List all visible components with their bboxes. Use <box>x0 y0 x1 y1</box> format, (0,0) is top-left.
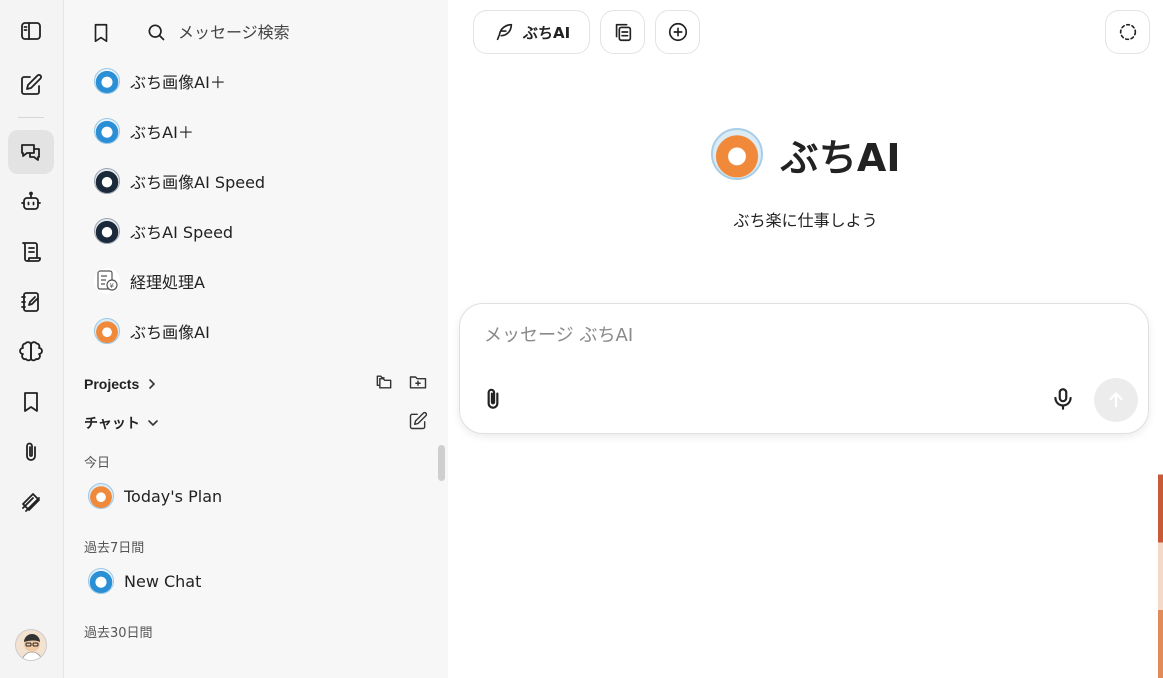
model-item[interactable]: ぶちAI Speed <box>88 211 428 251</box>
message-composer <box>459 303 1149 434</box>
folder-plus-icon <box>409 376 427 389</box>
bookmark-icon <box>24 392 38 412</box>
prompts-button[interactable] <box>8 230 54 274</box>
chats-icon <box>21 144 40 161</box>
chat-label: New Chat <box>124 571 202 591</box>
chat-avatar <box>88 483 114 509</box>
projects-actions <box>374 372 428 396</box>
scroll-icon <box>22 242 41 262</box>
rail-divider <box>18 117 44 118</box>
model-label: ぶち画像AI <box>130 323 210 342</box>
copy-button[interactable] <box>600 10 645 54</box>
bot-icon <box>21 191 41 210</box>
notes-button[interactable] <box>8 280 54 324</box>
hero-avatar <box>710 128 763 180</box>
chat-item[interactable]: New Chat <box>84 563 428 599</box>
layers-icon <box>22 493 40 512</box>
search-input[interactable] <box>178 18 418 46</box>
dashed-circle-icon <box>1119 23 1136 41</box>
new-note-button[interactable] <box>8 63 54 107</box>
new-folder-button[interactable] <box>408 372 428 396</box>
panel-header <box>64 14 448 50</box>
model-item[interactable]: ぶちAI＋ <box>88 111 428 151</box>
model-avatar <box>94 318 120 344</box>
bots-button[interactable] <box>8 180 54 224</box>
chats-actions <box>408 411 428 435</box>
sidebar-toggle-icon <box>21 22 41 40</box>
model-label: ぶちAI＋ <box>130 123 194 142</box>
voice-input-button[interactable] <box>1048 384 1078 414</box>
chat-group-label: 過去7日間 <box>84 541 145 556</box>
projects-section-header[interactable]: Projects <box>84 372 428 396</box>
arrow-up-icon <box>1109 392 1123 408</box>
plus-circle-icon <box>668 22 687 42</box>
paperclip-icon <box>487 388 499 409</box>
model-avatar <box>94 118 120 144</box>
hero-subtitle: ぶち楽に仕事しよう <box>733 211 878 230</box>
chat-group-label: 過去30日間 <box>84 626 153 641</box>
chats-section-header[interactable]: チャット <box>84 411 428 435</box>
brain-icon <box>19 341 43 362</box>
model-label: ぶち画像AI＋ <box>130 73 226 92</box>
files-button[interactable] <box>8 430 54 474</box>
side-panel: ぶち画像AI＋ ぶちAI＋ ぶち画像AI Speed ぶちAI Speed ¥ … <box>64 0 448 678</box>
model-item[interactable]: ぶち画像AI＋ <box>88 61 428 101</box>
folders-icon <box>376 375 392 389</box>
attach-button[interactable] <box>480 384 506 414</box>
main-area: ぶちAI ぶちAI ぶち楽に仕事しよう <box>448 0 1163 678</box>
bookmark-icon <box>94 23 108 43</box>
new-note-icon <box>21 74 42 95</box>
temporary-chat-button[interactable] <box>1105 10 1150 54</box>
chats-title: チャット <box>84 415 140 431</box>
model-item[interactable]: ぶち画像AI Speed <box>88 161 428 201</box>
bookmarks-filter-button[interactable] <box>88 20 114 46</box>
icon-rail <box>0 0 64 678</box>
user-avatar[interactable] <box>15 629 47 661</box>
window-edge <box>1158 0 1163 678</box>
feather-icon <box>496 23 512 41</box>
model-avatar <box>94 68 120 94</box>
model-label: ぶちAI Speed <box>130 223 234 242</box>
chevron-down-icon <box>146 416 160 430</box>
model-selector-button[interactable]: ぶちAI <box>473 10 590 54</box>
chat-group-label: 今日 <box>84 456 111 471</box>
user-avatar-image <box>21 634 43 660</box>
bookmarks-button[interactable] <box>8 380 54 424</box>
add-model-button[interactable] <box>655 10 700 54</box>
model-selector-label: ぶちAI <box>522 23 571 42</box>
chat-avatar <box>88 568 114 594</box>
hero-title: ぶちAI <box>780 135 901 180</box>
model-label: ぶち画像AI Speed <box>130 173 266 192</box>
memory-button[interactable] <box>8 330 54 374</box>
model-label: 経理処理A <box>130 273 205 292</box>
panel-scrollbar[interactable] <box>438 445 445 481</box>
projects-title: Projects <box>84 376 140 392</box>
svg-text:¥: ¥ <box>110 282 115 290</box>
model-avatar <box>94 168 120 194</box>
search-icon <box>144 20 168 44</box>
layers-button[interactable] <box>8 480 54 524</box>
model-item[interactable]: ぶち画像AI <box>88 311 428 351</box>
hero: ぶちAI <box>448 124 1163 184</box>
copy-icon <box>615 23 631 42</box>
chats-button[interactable] <box>8 130 54 174</box>
microphone-icon <box>1054 388 1072 410</box>
chat-label: Today's Plan <box>124 486 223 506</box>
document-icon: ¥ <box>94 268 120 294</box>
new-note-icon <box>409 411 428 430</box>
new-chat-button[interactable] <box>408 411 428 435</box>
chevron-right-icon <box>145 377 159 391</box>
send-button[interactable] <box>1094 378 1138 422</box>
model-avatar <box>94 218 120 244</box>
notebook-icon <box>21 292 39 312</box>
chat-item[interactable]: Today's Plan <box>84 478 428 514</box>
message-input[interactable] <box>484 320 1084 350</box>
model-item[interactable]: ¥ 経理処理A <box>88 261 428 301</box>
paperclip-icon <box>26 442 36 461</box>
sidebar-toggle-button[interactable] <box>8 9 54 53</box>
folders-button[interactable] <box>374 372 394 396</box>
